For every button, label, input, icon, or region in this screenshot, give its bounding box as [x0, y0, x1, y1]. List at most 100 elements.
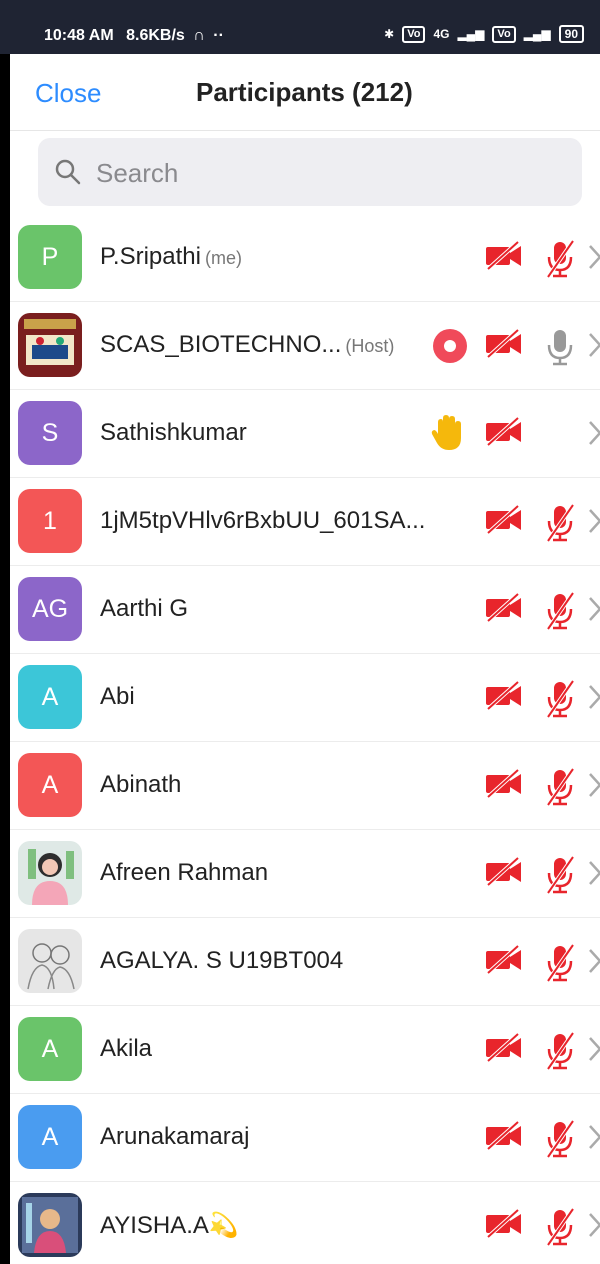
avatar-initials: AG	[31, 594, 69, 623]
participant-name-text: AGALYA. S U19BT004	[100, 947, 344, 974]
participant-name: SCAS_BIOTECHNO... (Host)	[100, 331, 394, 359]
participant-name: 1jM5tpVHlv6rBxbUU_601SA...	[100, 507, 425, 535]
mic-muted-icon	[542, 943, 578, 988]
mic-icon	[542, 327, 578, 372]
avatar: 1	[18, 489, 82, 553]
participant-row[interactable]: 1 1jM5tpVHlv6rBxbUU_601SA...	[10, 478, 600, 566]
chevron-right-icon[interactable]	[588, 684, 600, 715]
chevron-right-icon[interactable]	[588, 244, 600, 275]
status-left: 10:48 AM 8.6KB/s ∩ ··	[44, 27, 224, 45]
avatar: P	[18, 225, 82, 289]
participant-role-tag: (Host)	[345, 336, 395, 356]
video-off-icon	[484, 327, 524, 364]
avatar: AG	[18, 577, 82, 641]
avatar-initials: S	[41, 418, 59, 447]
avatar: A	[18, 753, 82, 817]
participant-name-text: Sathishkumar	[100, 419, 247, 446]
participant-name: Abi	[100, 683, 135, 711]
close-button[interactable]: Close	[35, 78, 101, 109]
chevron-right-icon[interactable]	[588, 596, 600, 627]
search-input[interactable]	[94, 150, 558, 196]
participant-row[interactable]: SCAS_BIOTECHNO... (Host)	[10, 302, 600, 390]
participant-row[interactable]: AYISHA.A💫	[10, 1182, 600, 1264]
participant-row[interactable]: A Abi	[10, 654, 600, 742]
video-off-icon	[484, 591, 524, 628]
participant-row[interactable]: AG Aarthi G	[10, 566, 600, 654]
participant-row[interactable]: A Abinath	[10, 742, 600, 830]
avatar: A	[18, 665, 82, 729]
participant-row[interactable]: Afreen Rahman	[10, 830, 600, 918]
participant-name-text: Abinath	[100, 771, 182, 798]
video-off-icon	[484, 503, 524, 540]
participant-name: Aarthi G	[100, 595, 188, 623]
chevron-right-icon[interactable]	[588, 1036, 600, 1067]
video-off-icon	[484, 1207, 524, 1244]
participant-role-tag: (me)	[204, 248, 242, 268]
participant-name-text: Afreen Rahman	[100, 859, 269, 886]
participants-screen: Close Participants (212) P P.Sripathi(me)…	[10, 54, 600, 1264]
participant-name: AGALYA. S U19BT004	[100, 947, 343, 975]
participant-name-text: SCAS_BIOTECHNO...	[100, 331, 342, 358]
chevron-right-icon[interactable]	[588, 508, 600, 539]
battery-icon: 90	[558, 25, 584, 43]
participant-name-text: Akila	[100, 1035, 153, 1062]
participant-row[interactable]: A Arunakamaraj	[10, 1094, 600, 1182]
video-off-icon	[484, 415, 524, 452]
participant-name-text: Arunakamaraj	[100, 1123, 250, 1150]
chevron-right-icon[interactable]	[588, 860, 600, 891]
status-speed: 8.6KB/s	[126, 27, 185, 44]
status-right: ✱ Vo 4G ▂▄▆ Vo ▂▄▆ 90	[384, 25, 584, 43]
signal-icon: ▂▄▆	[457, 27, 485, 41]
participant-name: Abinath	[100, 771, 181, 799]
raised-hand-icon	[430, 412, 466, 457]
mic-muted-icon	[542, 1031, 578, 1076]
recording-icon	[432, 328, 468, 369]
chevron-right-icon[interactable]	[588, 332, 600, 363]
participant-list: P P.Sripathi (me) SCAS_BIOTECHNO... (Host) S S…	[10, 214, 600, 1264]
video-off-icon	[484, 943, 524, 980]
video-off-icon	[484, 239, 524, 276]
chevron-right-icon[interactable]	[588, 772, 600, 803]
participant-name: Arunakamaraj	[100, 1123, 249, 1151]
avatar-initials: P	[41, 242, 59, 271]
volte2-icon: Vo	[492, 25, 516, 43]
signal2-icon: ▂▄▆	[523, 27, 551, 41]
avatar	[18, 313, 82, 377]
page-title: Participants (212)	[196, 77, 413, 107]
participant-name-text: P.Sripathi	[100, 243, 201, 270]
more-dots-icon: ··	[213, 27, 224, 44]
participant-row[interactable]: P P.Sripathi (me)	[10, 214, 600, 302]
chevron-right-icon[interactable]	[588, 948, 600, 979]
chevron-right-icon[interactable]	[588, 1124, 600, 1155]
video-off-icon	[484, 1031, 524, 1068]
bluetooth-icon: ✱	[384, 27, 395, 41]
avatar-initials: A	[41, 1034, 59, 1063]
avatar-initials: A	[41, 770, 59, 799]
search-icon	[55, 159, 81, 185]
participant-name-text: AYISHA.A💫	[100, 1212, 239, 1239]
participant-row[interactable]: S Sathishkumar	[10, 390, 600, 478]
avatar	[18, 841, 82, 905]
mic-muted-icon	[542, 679, 578, 724]
mic-muted-icon	[542, 1207, 578, 1252]
status-time: 10:48 AM	[44, 27, 114, 44]
mic-muted-icon	[542, 767, 578, 812]
avatar: S	[18, 401, 82, 465]
avatar-initials: A	[41, 682, 59, 711]
avatar-initials: A	[41, 1122, 59, 1151]
participant-name: Afreen Rahman	[100, 859, 268, 887]
mic-muted-icon	[542, 239, 578, 284]
search-bar[interactable]	[38, 138, 582, 206]
chevron-right-icon[interactable]	[588, 1212, 600, 1243]
participant-name: P.Sripathi (me)	[100, 243, 242, 271]
avatar	[18, 1193, 82, 1257]
participant-row[interactable]: A Akila	[10, 1006, 600, 1094]
avatar-initials: 1	[43, 506, 57, 535]
chevron-right-icon[interactable]	[588, 420, 600, 451]
participant-name-text: Abi	[100, 683, 135, 710]
mic-muted-icon	[542, 591, 578, 636]
status-bar: 10:48 AM 8.6KB/s ∩ ·· ✱ Vo 4G ▂▄▆ Vo ▂▄▆…	[0, 0, 600, 54]
participant-row[interactable]: AGALYA. S U19BT004	[10, 918, 600, 1006]
volte-icon: Vo	[402, 25, 426, 43]
participant-name: Akila	[100, 1035, 152, 1063]
